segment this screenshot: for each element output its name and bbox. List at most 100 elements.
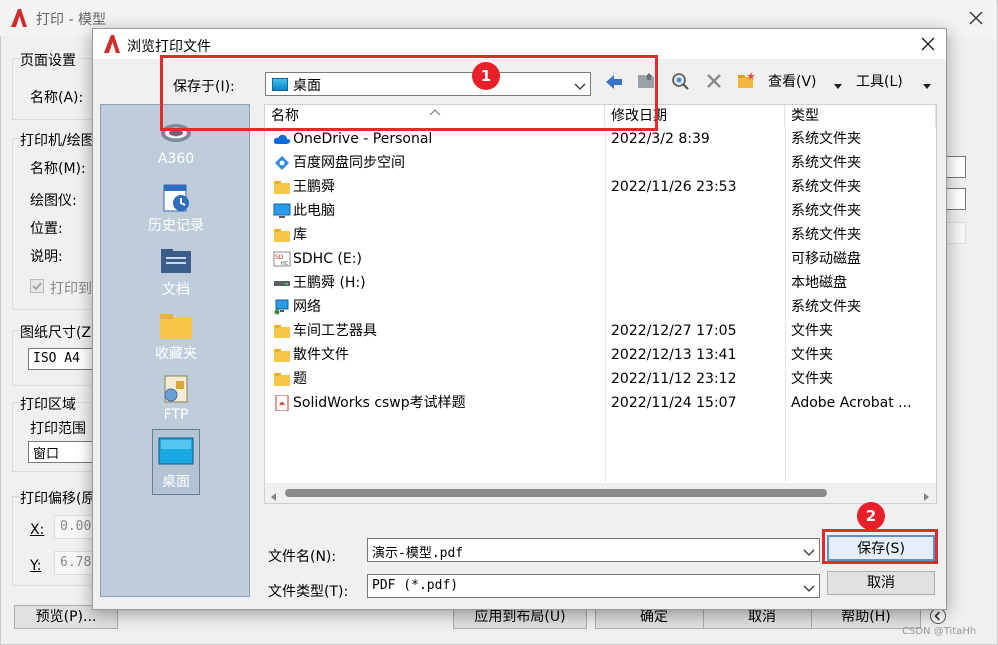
- dialog-close-icon[interactable]: [918, 34, 938, 54]
- printer-name-label: 名称(M):: [30, 161, 86, 177]
- filetype-select[interactable]: PDF (*.pdf): [367, 574, 820, 598]
- file-name: SolidWorks cswp考试样题: [293, 395, 466, 411]
- right-select-2[interactable]: [946, 188, 966, 210]
- watermark: CSDN @TitaHh: [902, 626, 977, 637]
- file-type: 系统文件夹: [791, 227, 861, 243]
- file-row[interactable]: 题 2022/11/12 23:12 文件夹: [265, 367, 936, 391]
- file-type: 系统文件夹: [791, 299, 861, 315]
- place-documents[interactable]: 文档: [101, 239, 251, 303]
- network-icon: [273, 299, 291, 315]
- cancel-button[interactable]: 取消: [827, 571, 935, 595]
- place-label: A360: [157, 151, 195, 167]
- column-header-type-label: 类型: [791, 108, 819, 124]
- place-history[interactable]: 历史记录: [101, 175, 251, 239]
- file-row[interactable]: 网络 系统文件夹: [265, 295, 936, 319]
- file-type: 系统文件夹: [791, 203, 861, 219]
- cancel-button-label: 取消: [867, 575, 895, 591]
- autocad-logo-icon: [103, 34, 121, 54]
- offset-y-field[interactable]: 6.78: [54, 551, 94, 575]
- file-date: 2022/12/27 17:05: [611, 323, 737, 339]
- place-label: 收藏夹: [155, 346, 197, 362]
- folder-icon: [273, 323, 291, 339]
- annotation-box-save: [822, 529, 938, 564]
- page-setup-name-label: 名称(A):: [30, 90, 84, 106]
- file-date: 2022/11/26 23:53: [611, 179, 737, 195]
- documents-icon: [158, 245, 194, 277]
- place-label: FTP: [163, 407, 189, 423]
- file-type: 文件夹: [791, 371, 833, 387]
- file-row[interactable]: 王鹏舜 2022/11/26 23:53 系统文件夹: [265, 175, 936, 199]
- print-range-value: 窗口: [33, 447, 60, 462]
- chevron-down-icon[interactable]: [803, 546, 815, 556]
- file-date: 2022/11/12 23:12: [611, 371, 737, 387]
- offset-x-field[interactable]: 0.00: [54, 515, 94, 539]
- file-date: 2022/12/13 13:41: [611, 347, 737, 363]
- favorites-icon: [158, 309, 194, 341]
- column-header-type[interactable]: 类型: [785, 105, 936, 127]
- file-row[interactable]: 车间工艺器具 2022/12/27 17:05 文件夹: [265, 319, 936, 343]
- file-type: Adobe Acrobat ...: [791, 395, 912, 411]
- tools-menu[interactable]: 工具(L): [856, 71, 903, 93]
- scrollbar-thumb[interactable]: [285, 489, 827, 497]
- onedrive-icon: [273, 131, 291, 147]
- svg-text:HC: HC: [281, 261, 289, 267]
- file-name: 百度网盘同步空间: [293, 155, 405, 171]
- print-range-label: 打印范围: [30, 421, 86, 437]
- place-favorites[interactable]: 收藏夹: [101, 303, 251, 367]
- tools-dropdown-icon[interactable]: [922, 79, 932, 89]
- file-name: 此电脑: [293, 203, 335, 219]
- print-dialog-title: 打印 - 模型: [36, 12, 106, 28]
- filename-label: 文件名(N):: [268, 549, 337, 565]
- search-web-icon[interactable]: [670, 71, 692, 91]
- file-row[interactable]: SD HC SDHC (E:) 可移动磁盘: [265, 247, 936, 271]
- history-icon: [158, 181, 194, 213]
- delete-icon[interactable]: [705, 72, 723, 90]
- print-range-select[interactable]: 窗口: [28, 441, 94, 463]
- annotation-badge-1: 1: [472, 62, 500, 90]
- folder-icon: [273, 347, 291, 363]
- filetype-value: PDF (*.pdf): [372, 578, 459, 593]
- close-icon[interactable]: [966, 8, 986, 28]
- file-list[interactable]: 名称 修改日期 类型 OneDrive - Personal 2022/3/2 8…: [264, 104, 937, 504]
- print-to-file-checkbox[interactable]: [30, 279, 44, 293]
- new-folder-icon[interactable]: [736, 71, 756, 91]
- filename-input[interactable]: 演示-模型.pdf: [367, 538, 820, 562]
- offset-y-value: 6.78: [60, 555, 92, 570]
- file-name: 车间工艺器具: [293, 323, 377, 339]
- place-label: 桌面: [162, 474, 190, 490]
- library-icon: [273, 227, 291, 243]
- view-dropdown-icon[interactable]: [833, 79, 843, 89]
- paper-size-label: 图纸尺寸(Z: [20, 322, 92, 342]
- baidu-netdisk-icon: [273, 155, 291, 171]
- view-menu[interactable]: 查看(V): [768, 71, 817, 93]
- print-offset-label: 打印偏移(原: [20, 488, 96, 508]
- file-row[interactable]: 散件文件 2022/12/13 13:41 文件夹: [265, 343, 936, 367]
- file-row[interactable]: SolidWorks cswp考试样题 2022/11/24 15:07 Adobe…: [265, 391, 936, 415]
- offset-x-value: 0.00: [60, 519, 92, 534]
- file-row[interactable]: 库 系统文件夹: [265, 223, 936, 247]
- paper-size-select[interactable]: ISO A4: [28, 348, 94, 370]
- autocad-logo-icon: [10, 8, 28, 28]
- file-type: 系统文件夹: [791, 155, 861, 171]
- printer-group-label: 打印机/绘图: [20, 130, 95, 150]
- chevron-down-icon[interactable]: [803, 582, 815, 592]
- place-desktop[interactable]: 桌面: [101, 429, 251, 495]
- ftp-icon: [158, 373, 194, 405]
- desktop-icon: [158, 435, 194, 467]
- file-row[interactable]: 此电脑 系统文件夹: [265, 199, 936, 223]
- scroll-right-icon[interactable]: [922, 489, 930, 501]
- file-row[interactable]: 百度网盘同步空间 系统文件夹: [265, 151, 936, 175]
- horizontal-scrollbar[interactable]: [265, 483, 936, 503]
- description-label: 说明:: [30, 249, 63, 265]
- scroll-left-icon[interactable]: [270, 489, 278, 501]
- drive-icon: [273, 275, 291, 291]
- right-select-1[interactable]: [946, 156, 966, 178]
- place-label: 历史记录: [148, 218, 204, 234]
- computer-icon: [273, 203, 291, 219]
- place-ftp[interactable]: FTP: [101, 367, 251, 431]
- plotter-label: 绘图仪:: [30, 193, 77, 209]
- file-row[interactable]: 王鹏舜 (H:) 本地磁盘: [265, 271, 936, 295]
- file-type: 文件夹: [791, 347, 833, 363]
- file-type: 本地磁盘: [791, 275, 847, 291]
- dialog-title: 浏览打印文件: [127, 39, 211, 55]
